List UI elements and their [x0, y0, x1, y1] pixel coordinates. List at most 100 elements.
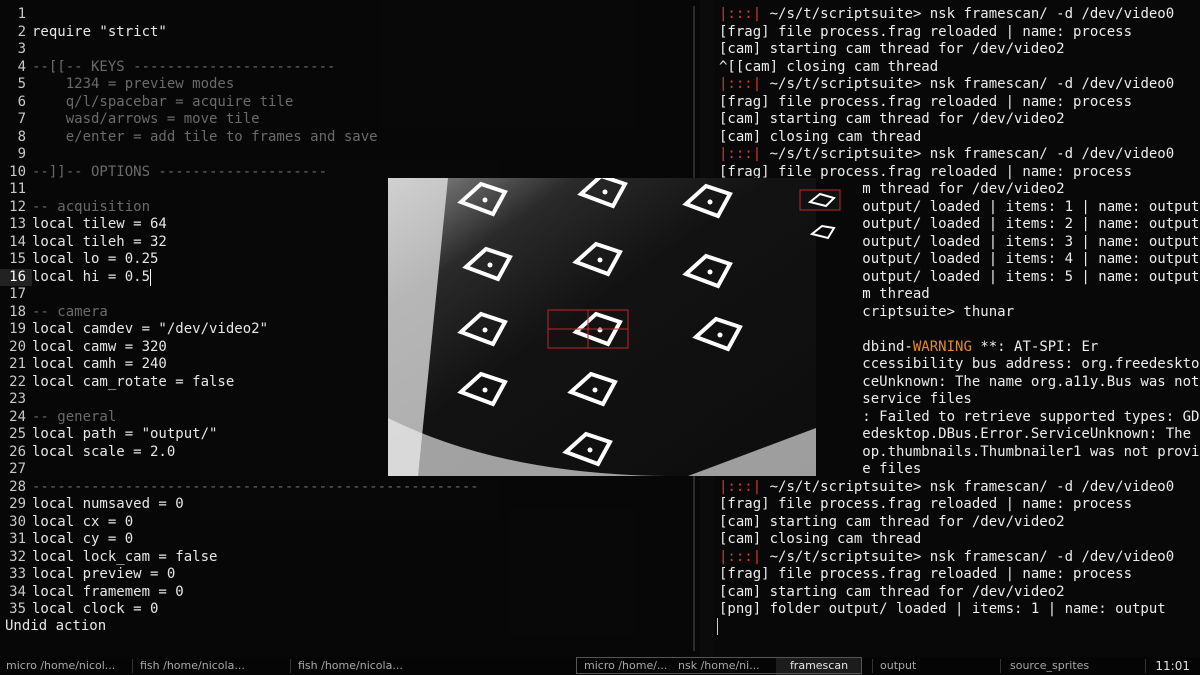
terminal-text: ~/s/t/scriptsuite> nsk framescan/ -d /de… — [761, 76, 1175, 92]
code-text: local path = "output/" — [32, 426, 218, 442]
taskbar-separator — [1000, 659, 1001, 673]
code-line[interactable]: 31 local cy = 0 — [0, 531, 700, 549]
code-text: --]]-- OPTIONS -------------------- — [32, 163, 328, 180]
terminal-line: |:::| ~/s/t/scriptsuite> nsk framescan/ … — [719, 479, 1174, 497]
code-line[interactable]: 33 local preview = 0 — [0, 566, 700, 584]
line-number: 4 — [17, 58, 26, 75]
terminal-text: ~/s/t/scriptsuite> nsk framescan/ -d /de… — [761, 6, 1175, 22]
line-number: 31 — [9, 531, 26, 547]
terminal-text: [cam] closing cam thread — [719, 128, 922, 145]
line-number: 13 — [9, 216, 26, 232]
terminal-line: |:::| ~/s/t/scriptsuite> nsk framescan/ … — [719, 6, 1174, 24]
code-line[interactable]: 8 e/enter = add tile to frames and save — [0, 129, 700, 147]
code-text: local numsaved = 0 — [32, 496, 184, 512]
camera-preview-image — [388, 178, 816, 476]
line-number: 10 — [9, 163, 26, 180]
line-number: 5 — [17, 76, 26, 92]
line-number: 20 — [9, 338, 26, 355]
tile-blob-dot — [592, 387, 598, 393]
taskbar-window-button[interactable]: fish /home/nicola... — [298, 657, 438, 675]
line-number: 30 — [9, 513, 26, 530]
code-line[interactable]: 5 1234 = preview modes — [0, 76, 700, 94]
terminal-line: [cam] closing cam thread — [719, 531, 921, 549]
terminal-text: [cam] closing cam thread — [719, 531, 922, 547]
terminal-text-rest: **: AT-SPI: Er — [971, 338, 1099, 355]
taskbar-separator — [290, 659, 291, 673]
taskbar-separator — [872, 659, 873, 673]
terminal-text: [cam] starting cam thread for /dev/video… — [719, 41, 1065, 57]
code-text: local cam_rotate = false — [32, 373, 235, 390]
terminal-text: [frag] file process.frag reloaded | name… — [719, 93, 1133, 110]
code-text: e/enter = add tile to frames and save — [32, 128, 378, 145]
code-line[interactable]: 1 — [0, 6, 700, 24]
terminal-text: ^[[cam] closing cam thread — [719, 58, 939, 75]
saved-frames-strip — [798, 186, 844, 246]
terminal-line: [cam] starting cam thread for /dev/video… — [719, 584, 1065, 602]
code-line[interactable]: 7 wasd/arrows = move tile — [0, 111, 700, 129]
warning-label: WARNING — [912, 338, 972, 355]
code-line[interactable]: 29 local numsaved = 0 — [0, 496, 700, 514]
tile-blob-dot — [487, 262, 493, 268]
line-number: 2 — [17, 23, 26, 40]
taskbar-window-button[interactable]: micro /home/nicol... — [6, 657, 131, 675]
tile-blob-dot — [587, 447, 593, 453]
terminal-line: |:::| ~/s/t/scriptsuite> nsk framescan/ … — [719, 146, 1174, 164]
code-text: local clock = 0 — [32, 601, 159, 617]
tile-blob-dot — [482, 387, 488, 393]
code-line[interactable]: 34 local framemem = 0 — [0, 584, 700, 602]
code-text: require "strict" — [32, 23, 167, 40]
code-line[interactable]: 35 local clock = 0 — [0, 601, 700, 619]
tile-blob-dot — [707, 199, 713, 205]
taskbar-window-button[interactable]: output — [880, 657, 980, 675]
line-number: 24 — [9, 408, 26, 425]
code-text: local camh = 240 — [32, 356, 167, 372]
terminal-text: [png] folder output/ loaded | items: 1 |… — [719, 601, 1166, 617]
taskbar-separator — [1145, 659, 1146, 673]
taskbar-window-button[interactable]: source_sprites — [1010, 657, 1120, 675]
code-line[interactable]: 32 local lock_cam = false — [0, 549, 700, 567]
code-line[interactable]: 30 local cx = 0 — [0, 514, 700, 532]
line-number: 34 — [9, 583, 26, 600]
code-text: -- general — [32, 408, 117, 425]
terminal-text: [cam] starting cam thread for /dev/video… — [719, 583, 1065, 600]
line-number: 19 — [9, 321, 26, 337]
code-text: local hi = 0.5 — [32, 268, 152, 286]
tile-blob-dot — [482, 197, 488, 203]
code-text: local camdev = "/dev/video2" — [32, 321, 269, 337]
code-text: local cx = 0 — [32, 513, 134, 530]
code-line[interactable]: 4 --[[-- KEYS ------------------------ — [0, 59, 700, 77]
taskbar-workspace-group — [576, 657, 862, 674]
prompt-marker: |:::| — [719, 478, 762, 495]
code-text: local cy = 0 — [32, 531, 134, 547]
line-number: 35 — [9, 601, 26, 617]
line-number: 26 — [9, 443, 26, 460]
line-number: 27 — [9, 461, 26, 477]
code-line[interactable]: 2 require "strict" — [0, 24, 700, 42]
prompt-marker: |:::| — [719, 548, 762, 565]
line-number: 9 — [17, 146, 26, 162]
code-text: ----------------------------------------… — [32, 478, 479, 495]
terminal-text: ~/s/t/scriptsuite> nsk framescan/ -d /de… — [761, 548, 1175, 565]
code-text: local framemem = 0 — [32, 583, 184, 600]
line-number: 32 — [9, 548, 26, 565]
code-text: local scale = 2.0 — [32, 443, 176, 460]
prompt-marker: |:::| — [719, 76, 762, 92]
terminal-line: [frag] file process.frag reloaded | name… — [719, 94, 1132, 112]
terminal-line: [frag] file process.frag reloaded | name… — [719, 24, 1132, 42]
terminal-line: [cam] starting cam thread for /dev/video… — [719, 514, 1065, 532]
terminal-line: [png] folder output/ loaded | items: 1 |… — [719, 601, 1166, 619]
taskbar-window-button[interactable]: fish /home/nicola... — [140, 657, 285, 675]
code-line[interactable]: 6 q/l/spacebar = acquire tile — [0, 94, 700, 112]
line-number: 17 — [9, 286, 26, 302]
code-line[interactable]: 28 --------------------------------------… — [0, 479, 700, 497]
tile-blob-dot — [597, 327, 603, 333]
prompt-marker: |:::| — [719, 146, 762, 162]
line-number: 29 — [9, 496, 26, 512]
code-line[interactable]: 9 — [0, 146, 700, 164]
taskbar-clock: 11:01 — [1155, 659, 1190, 673]
taskbar: 11:01 micro /home/nicol... fish /home/nic… — [0, 657, 1200, 675]
terminal-line: |:::| ~/s/t/scriptsuite> nsk framescan/ … — [719, 76, 1174, 94]
framescan-preview-window[interactable] — [388, 178, 816, 476]
code-line[interactable]: 3 — [0, 41, 700, 59]
code-text: --[[-- KEYS ------------------------ — [32, 58, 336, 75]
